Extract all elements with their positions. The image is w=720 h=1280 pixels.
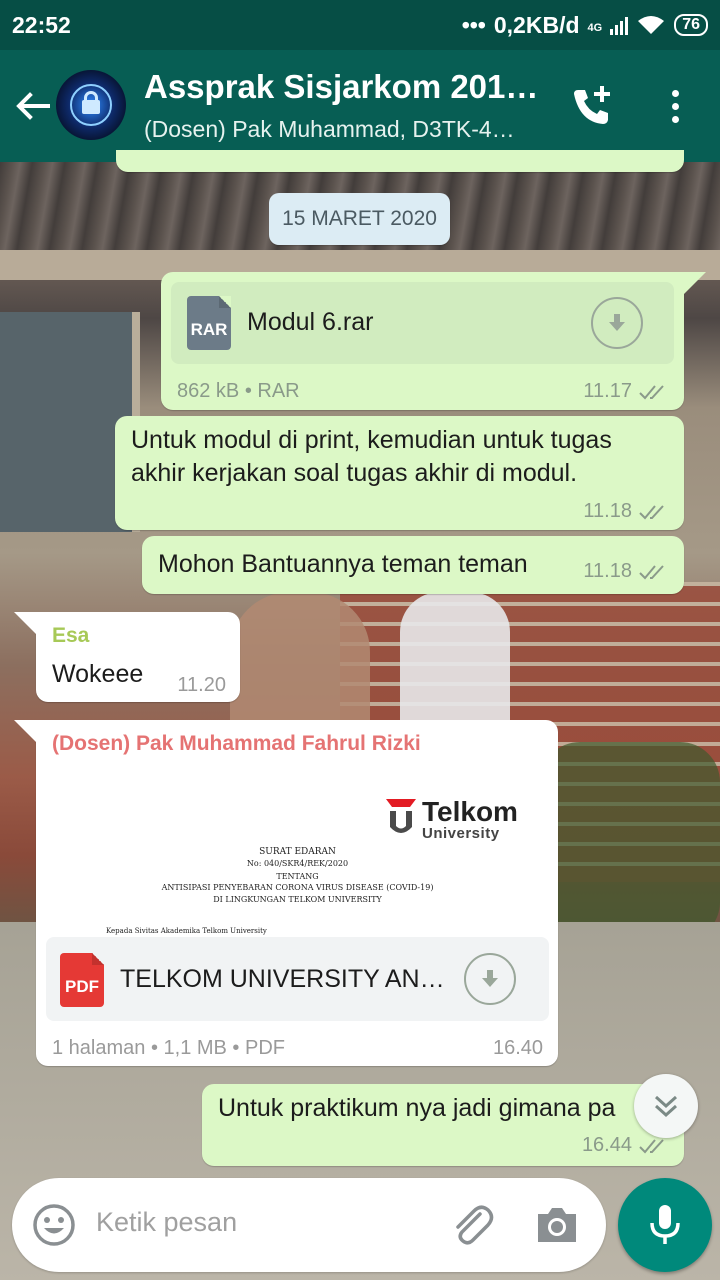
double-check-icon — [639, 564, 664, 579]
message-bubble-text[interactable]: Untuk praktikum nya jadi gimana pa 16.44 — [202, 1084, 684, 1166]
rar-file-icon: RAR — [187, 296, 231, 350]
message-time: 16.44 — [581, 1134, 632, 1156]
file-meta: 862 kB • RAR — [177, 380, 300, 403]
doc-line: SURAT EDARAN — [259, 847, 336, 857]
message-bubble-incoming[interactable]: Esa Wokeee 11.20 — [36, 612, 240, 702]
file-meta-text: 862 kB • RAR — [177, 380, 300, 402]
download-icon — [482, 970, 498, 987]
download-button[interactable] — [464, 953, 516, 1005]
arrow-back-icon[interactable] — [12, 86, 52, 126]
voice-record-button[interactable] — [618, 1178, 712, 1272]
double-check-icon — [639, 504, 664, 519]
doc-line: ANTISIPASI PENYEBARAN CORONA VIRUS DISEA… — [161, 883, 434, 892]
bubble-tail — [684, 272, 706, 294]
message-time: 11.17 — [583, 380, 632, 402]
signal-icon — [610, 15, 629, 35]
pdf-preview[interactable]: Telkom University SURAT EDARAN No: 040/S… — [46, 775, 549, 937]
file-name: TELKOM UNIVERSITY AN… — [120, 965, 445, 993]
message-bubble-file[interactable]: RAR Modul 6.rar 862 kB • RAR 11.17 — [161, 272, 684, 410]
message-bubble-text[interactable]: Mohon Bantuannya teman teman 11.18 — [142, 536, 684, 594]
file-ext-label: RAR — [190, 320, 228, 339]
network-type: 4G — [587, 21, 603, 34]
status-right: ••• 0,2KB/d 4G 76 — [462, 12, 708, 39]
logo-word: Telkom — [422, 795, 518, 827]
pdf-file-icon: PDF — [60, 953, 104, 1007]
message-text-line-1: Mohon Bantuannya teman teman — [158, 550, 528, 578]
network-speed: 0,2KB/d — [493, 11, 580, 38]
message-meta: 11.18 — [583, 500, 670, 523]
doc-line: No: 040/SKR4/REK/2020 — [246, 859, 349, 868]
more-vert-icon[interactable] — [660, 84, 690, 128]
paperclip-icon[interactable] — [446, 1200, 496, 1250]
file-meta-text: 1 halaman • 1,1 MB • PDF — [52, 1037, 285, 1059]
double-check-icon — [639, 1138, 664, 1153]
wifi-icon — [638, 16, 665, 34]
download-button[interactable] — [591, 297, 643, 349]
file-meta: 1 halaman • 1,1 MB • PDF — [52, 1037, 285, 1060]
message-time: 11.20 — [177, 674, 226, 696]
file-ext-label: PDF — [65, 977, 99, 996]
add-call-icon[interactable] — [570, 84, 614, 128]
message-input[interactable]: Ketik pesan — [96, 1207, 237, 1238]
message-meta: 16.44 — [582, 1134, 670, 1157]
sender-name[interactable]: Esa — [52, 624, 89, 648]
previous-message-bubble[interactable] — [116, 150, 684, 172]
file-card[interactable]: PDF TELKOM UNIVERSITY AN… — [46, 937, 549, 1021]
message-text-line-1: Untuk modul di print, kemudian untuk tug… — [131, 426, 612, 454]
chat-title[interactable]: Assprak Sisjarkom 201… — [144, 68, 538, 106]
doc-line: DI LINGKUNGAN TELKOM UNIVERSITY — [213, 895, 382, 904]
lock-icon — [82, 100, 100, 114]
logo-subword: University — [422, 824, 500, 842]
message-text-line-1: Wokeee — [52, 660, 144, 688]
chat-header: Assprak Sisjarkom 201… (Dosen) Pak Muham… — [0, 50, 720, 162]
message-time: 11.18 — [583, 500, 632, 522]
telkom-logo-mark — [386, 799, 416, 833]
scroll-to-bottom-button[interactable] — [634, 1074, 698, 1138]
sender-name[interactable]: (Dosen) Pak Muhammad Fahrul Rizki — [52, 732, 421, 756]
doc-line: Kepada Sivitas Akademika Telkom Universi… — [106, 927, 267, 935]
date-divider: 15 MARET 2020 — [269, 193, 450, 245]
bubble-tail — [14, 720, 36, 742]
file-card[interactable]: RAR Modul 6.rar — [171, 282, 674, 364]
message-meta: 11.20 — [177, 674, 226, 697]
telkom-university-logo: Telkom University — [386, 797, 518, 841]
download-icon — [609, 314, 625, 331]
message-meta: 11.17 — [583, 380, 670, 403]
status-bar: 22:52 ••• 0,2KB/d 4G 76 — [0, 0, 720, 50]
wallpaper-grass — [540, 742, 720, 942]
file-name: Modul 6.rar — [247, 308, 374, 336]
battery-indicator: 76 — [674, 14, 708, 36]
emoji-icon[interactable] — [32, 1203, 76, 1247]
double-check-icon — [639, 384, 664, 399]
group-avatar[interactable] — [56, 70, 126, 140]
chevron-double-down-icon — [654, 1095, 678, 1118]
message-time: 16.40 — [493, 1037, 544, 1059]
mic-icon — [650, 1205, 680, 1244]
message-bubble-text[interactable]: Untuk modul di print, kemudian untuk tug… — [115, 416, 684, 530]
message-text-line-2: akhir kerjakan soal tugas akhir di modul… — [131, 459, 578, 487]
message-time: 11.18 — [583, 560, 632, 582]
doc-line: TENTANG — [276, 872, 319, 881]
message-meta: 16.40 — [493, 1037, 543, 1060]
status-time: 22:52 — [12, 11, 71, 38]
camera-icon[interactable] — [534, 1204, 580, 1246]
chat-participants[interactable]: (Dosen) Pak Muhammad, D3TK-4… — [144, 116, 515, 143]
message-text-line-1: Untuk praktikum nya jadi gimana pa — [218, 1094, 616, 1122]
message-input-bar[interactable]: Ketik pesan — [12, 1178, 606, 1272]
bubble-tail — [14, 612, 36, 634]
network-activity-dots: ••• — [461, 11, 486, 38]
message-meta: 11.18 — [583, 560, 670, 583]
